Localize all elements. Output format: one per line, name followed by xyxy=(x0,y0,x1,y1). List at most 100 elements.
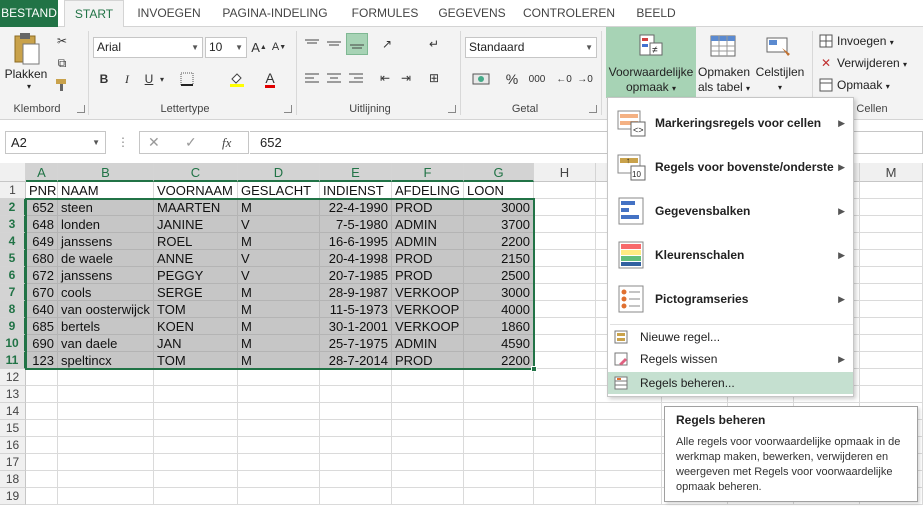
cell[interactable] xyxy=(320,386,392,403)
bold-button[interactable]: B xyxy=(96,69,112,89)
cell[interactable] xyxy=(860,335,923,352)
cell[interactable] xyxy=(534,233,596,250)
cell[interactable] xyxy=(58,403,154,420)
insert-cells-icon[interactable] xyxy=(818,33,834,49)
borders-icon[interactable] xyxy=(176,69,198,89)
cell[interactable] xyxy=(860,267,923,284)
shrink-font-icon[interactable]: A ▼ xyxy=(271,37,287,57)
cell[interactable]: ADMIN xyxy=(392,335,464,352)
cell[interactable] xyxy=(392,454,464,471)
cell[interactable] xyxy=(534,284,596,301)
row-header[interactable]: 12 xyxy=(0,369,26,386)
cell[interactable]: janssens xyxy=(58,267,154,284)
cell[interactable]: PROD xyxy=(392,199,464,216)
cell[interactable]: 4590 xyxy=(464,335,534,352)
align-right-icon[interactable] xyxy=(347,69,365,87)
cell[interactable] xyxy=(26,488,58,505)
font-size-select[interactable]: 10 ▼ xyxy=(205,37,247,58)
cell[interactable]: MAARTEN xyxy=(154,199,238,216)
paste-icon[interactable] xyxy=(6,31,46,67)
cell[interactable]: ADMIN xyxy=(392,216,464,233)
menu-item-data-bars[interactable]: Gegevensbalken ▶ xyxy=(608,189,853,233)
cell[interactable] xyxy=(154,437,238,454)
cell[interactable]: V xyxy=(238,267,320,284)
underline-button[interactable]: U xyxy=(141,69,157,89)
cell[interactable] xyxy=(58,471,154,488)
cell[interactable]: londen xyxy=(58,216,154,233)
cell[interactable]: 2200 xyxy=(464,352,534,369)
cell[interactable]: M xyxy=(238,352,320,369)
cell[interactable]: 25-7-1975 xyxy=(320,335,392,352)
delete-cells-button[interactable]: Verwijderen ▾ xyxy=(837,55,907,71)
cell[interactable] xyxy=(392,420,464,437)
cell[interactable] xyxy=(596,454,662,471)
cell[interactable] xyxy=(238,471,320,488)
cell[interactable] xyxy=(534,250,596,267)
select-all-corner[interactable] xyxy=(0,163,26,182)
cell[interactable]: TOM xyxy=(154,301,238,318)
cell[interactable] xyxy=(392,403,464,420)
cell[interactable]: M xyxy=(238,284,320,301)
cell[interactable] xyxy=(392,369,464,386)
cell[interactable] xyxy=(534,335,596,352)
cell[interactable] xyxy=(534,267,596,284)
cell[interactable] xyxy=(320,488,392,505)
header-cell[interactable]: VOORNAAM xyxy=(154,182,238,199)
cell[interactable] xyxy=(392,471,464,488)
number-format-select[interactable]: Standaard ▼ xyxy=(465,37,597,58)
header-cell[interactable]: AFDELING xyxy=(392,182,464,199)
cell[interactable]: M xyxy=(238,301,320,318)
tab-start[interactable]: START xyxy=(64,0,124,28)
column-header[interactable]: B xyxy=(58,163,154,182)
column-header[interactable]: C xyxy=(154,163,238,182)
cell[interactable] xyxy=(464,437,534,454)
cell[interactable] xyxy=(58,488,154,505)
row-header[interactable]: 16 xyxy=(0,437,26,454)
header-cell[interactable]: GESLACHT xyxy=(238,182,320,199)
cell[interactable] xyxy=(238,454,320,471)
cell[interactable] xyxy=(392,437,464,454)
cell[interactable]: VERKOOP xyxy=(392,284,464,301)
fill-color-icon[interactable] xyxy=(226,69,248,89)
cell[interactable]: M xyxy=(238,199,320,216)
column-header[interactable]: E xyxy=(320,163,392,182)
column-header[interactable]: D xyxy=(238,163,320,182)
menu-item-icon-sets[interactable]: Pictogramseries ▶ xyxy=(608,277,853,321)
cell[interactable]: 652 xyxy=(26,199,58,216)
row-header[interactable]: 15 xyxy=(0,420,26,437)
header-cell[interactable]: NAAM xyxy=(58,182,154,199)
cell[interactable] xyxy=(154,471,238,488)
cell[interactable] xyxy=(26,403,58,420)
cell[interactable] xyxy=(154,403,238,420)
menu-item-manage-rules[interactable]: Regels beheren... xyxy=(608,372,853,394)
font-launcher-icon[interactable] xyxy=(284,105,292,113)
tab-gegevens[interactable]: GEGEVENS xyxy=(432,0,512,27)
increase-indent-icon[interactable]: ⇥ xyxy=(397,69,415,87)
column-header[interactable]: G xyxy=(464,163,534,182)
cell[interactable]: 640 xyxy=(26,301,58,318)
cell[interactable]: 20-4-1998 xyxy=(320,250,392,267)
cell[interactable] xyxy=(58,454,154,471)
wrap-text-icon[interactable]: ↵ xyxy=(425,35,443,53)
row-header[interactable]: 19 xyxy=(0,488,26,505)
decrease-indent-icon[interactable]: ⇤ xyxy=(376,69,394,87)
cell[interactable]: SERGE xyxy=(154,284,238,301)
cell[interactable] xyxy=(860,352,923,369)
tab-invoegen[interactable]: INVOEGEN xyxy=(131,0,207,27)
cell[interactable] xyxy=(26,437,58,454)
cell[interactable]: M xyxy=(238,318,320,335)
row-header[interactable]: 5 xyxy=(0,250,26,267)
cell[interactable] xyxy=(26,471,58,488)
cell[interactable] xyxy=(238,488,320,505)
cell[interactable] xyxy=(860,216,923,233)
cell[interactable] xyxy=(596,420,662,437)
row-header[interactable]: 4 xyxy=(0,233,26,250)
cell[interactable]: M xyxy=(238,233,320,250)
cell[interactable]: cools xyxy=(58,284,154,301)
cell[interactable] xyxy=(320,369,392,386)
format-as-table-label-1[interactable]: Opmaken xyxy=(696,65,752,80)
cell[interactable] xyxy=(464,454,534,471)
cell[interactable] xyxy=(860,233,923,250)
cell[interactable] xyxy=(154,420,238,437)
cell[interactable]: VERKOOP xyxy=(392,318,464,335)
